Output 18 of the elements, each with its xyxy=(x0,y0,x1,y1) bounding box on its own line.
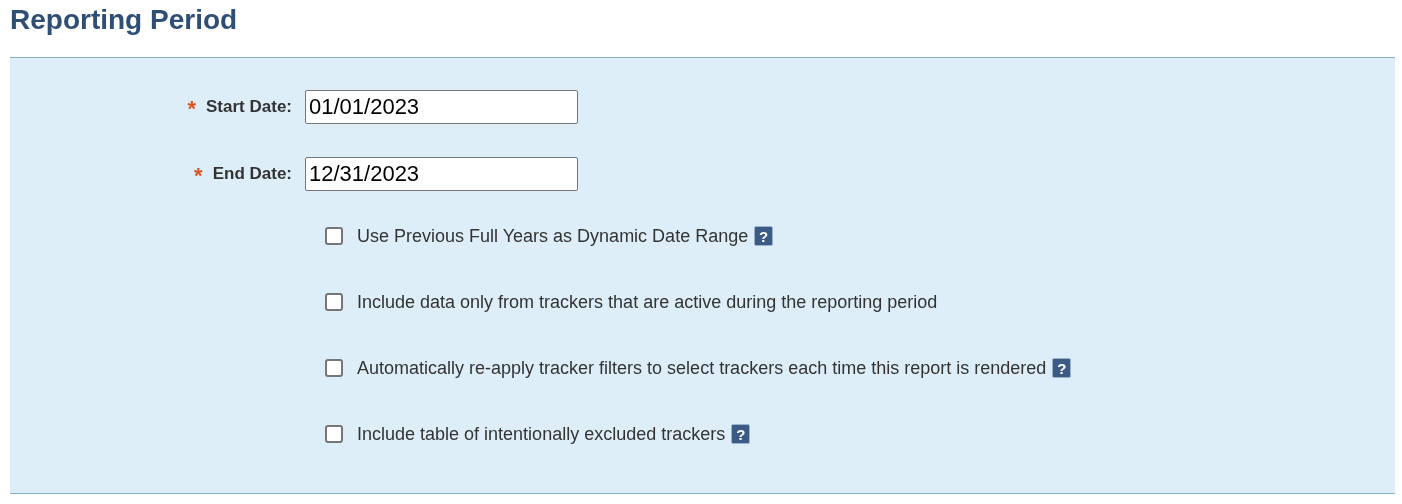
required-mark: * xyxy=(194,165,203,187)
checkbox[interactable] xyxy=(325,425,343,443)
option-label: Use Previous Full Years as Dynamic Date Range xyxy=(357,225,749,247)
date-field[interactable]: 12/31/2023 xyxy=(305,157,578,191)
field-label: Start Date: xyxy=(206,97,292,117)
option-label: Include table of intentionally excluded trackers xyxy=(357,423,726,445)
date-field[interactable]: 01/01/2023 xyxy=(305,90,578,124)
help-icon[interactable]: ? xyxy=(1052,358,1072,378)
checkbox[interactable] xyxy=(325,359,343,377)
field-label: End Date: xyxy=(212,164,292,184)
help-icon[interactable]: ? xyxy=(754,226,774,246)
option-label: Include data only from trackers that are active during the reporting period xyxy=(357,291,938,313)
checkbox[interactable] xyxy=(325,227,343,245)
required-mark: * xyxy=(187,98,197,120)
help-icon[interactable]: ? xyxy=(731,424,751,444)
checkbox[interactable] xyxy=(325,293,343,311)
section-title: Reporting Period xyxy=(10,3,239,37)
option-label: Automatically re-apply tracker filters to select trackers each time this report is rendered xyxy=(357,357,1047,379)
